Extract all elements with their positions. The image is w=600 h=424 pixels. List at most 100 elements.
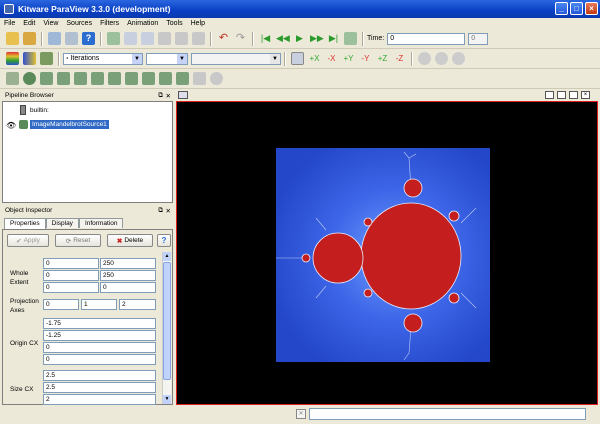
extract-subset-icon[interactable] [91,72,104,85]
scrollbar-thumb[interactable] [163,262,171,380]
close-button[interactable]: × [585,2,598,15]
glyph-icon[interactable] [108,72,121,85]
origin-cx-field[interactable]: -1.75 [43,318,156,329]
extract-level-icon[interactable] [176,72,189,85]
next-frame-icon[interactable]: ▶▶ [310,32,324,45]
redo-icon[interactable]: ↷ [234,32,247,45]
projection-axis-field[interactable]: 1 [81,299,117,310]
maximize-button[interactable]: □ [570,2,583,15]
clip-icon[interactable] [40,72,53,85]
delete-button[interactable]: ✖ Delete [107,234,153,247]
menu-file[interactable]: File [4,20,15,27]
size-cx-field[interactable]: 2 [43,394,156,405]
whole-extent-field[interactable]: 0 [100,282,156,293]
rescale-range-icon[interactable] [40,52,53,65]
size-cx-field[interactable]: 2.5 [43,382,156,393]
select-points-icon[interactable] [141,32,154,45]
scroll-down-icon[interactable]: ▼ [163,395,171,404]
select-frustum-icon[interactable] [158,32,171,45]
view-options-icon[interactable] [178,91,188,99]
connect-icon[interactable] [48,32,61,45]
view-plus-z-icon[interactable]: +Z [376,52,389,65]
split-horizontal-icon[interactable] [545,91,554,99]
menu-view[interactable]: View [43,20,58,27]
close-view-icon[interactable]: × [581,91,590,99]
tab-information[interactable]: Information [78,218,124,228]
close-icon[interactable]: ✕ [166,207,171,215]
reset-camera-icon[interactable] [107,32,120,45]
menu-animation[interactable]: Animation [127,20,158,27]
projection-axis-field[interactable]: 2 [119,299,156,310]
view-minus-z-icon[interactable]: -Z [393,52,406,65]
render-view[interactable] [176,101,598,405]
select-block-icon[interactable] [175,32,188,45]
reset-view-icon[interactable] [291,52,304,65]
menu-filters[interactable]: Filters [100,20,119,27]
projection-axis-field[interactable]: 0 [43,299,79,310]
open-icon[interactable] [6,32,19,45]
origin-cx-field[interactable]: -1.25 [43,330,156,341]
whole-extent-field[interactable]: 0 [43,270,99,281]
view-minus-x-icon[interactable]: -X [325,52,338,65]
whole-extent-field[interactable]: 0 [43,282,99,293]
help-icon[interactable]: ? [82,32,95,45]
view-plus-y-icon[interactable]: +Y [342,52,355,65]
disabled-probe-icon[interactable] [210,72,223,85]
slice-icon[interactable] [57,72,70,85]
scroll-up-icon[interactable]: ▲ [163,252,171,261]
representation-select[interactable]: ▼ [191,52,281,65]
disabled-filter-icon[interactable] [193,72,206,85]
view-minus-y-icon[interactable]: -Y [359,52,372,65]
play-icon[interactable]: ▶ [293,32,306,45]
reset-button[interactable]: ⟳ Reset [55,234,101,247]
lookmark-icon[interactable] [192,32,205,45]
stream-tracer-icon[interactable] [125,72,138,85]
group-datasets-icon[interactable] [159,72,172,85]
origin-cx-field[interactable]: 0 [43,354,156,365]
menu-tools[interactable]: Tools [166,20,182,27]
threshold-icon[interactable] [74,72,87,85]
pick-center-icon[interactable] [435,52,448,65]
select-cells-icon[interactable] [124,32,137,45]
close-icon[interactable]: ✕ [166,92,171,100]
undo-icon[interactable]: ↶ [217,32,230,45]
first-frame-icon[interactable]: |◀ [259,32,272,45]
time-step-spinner[interactable]: 0 [468,32,489,45]
whole-extent-field[interactable]: 250 [100,270,156,281]
time-field[interactable]: 0 [387,32,466,45]
abort-icon[interactable]: ✕ [296,409,306,419]
maximize-view-icon[interactable] [569,91,578,99]
properties-scrollbar[interactable]: ▲ ▼ [162,252,171,404]
apply-button[interactable]: ✔ Apply [7,234,49,247]
view-plus-x-icon[interactable]: +X [308,52,321,65]
menu-sources[interactable]: Sources [66,20,92,27]
origin-cx-field[interactable]: 0 [43,342,156,353]
save-state-icon[interactable] [23,32,36,45]
eye-icon[interactable]: 👁 [6,121,16,130]
tab-properties[interactable]: Properties [4,218,46,229]
reset-center-icon[interactable] [452,52,465,65]
disconnect-icon[interactable] [65,32,78,45]
contour-icon[interactable] [23,72,36,85]
pipeline-item-mandelbrot[interactable]: ImageMandelbrotSource1 [30,120,109,129]
menu-help[interactable]: Help [191,20,205,27]
help-button[interactable]: ? [157,234,171,247]
menu-edit[interactable]: Edit [23,20,35,27]
color-legend-icon[interactable] [6,52,19,65]
warp-vector-icon[interactable] [142,72,155,85]
tab-display[interactable]: Display [45,218,79,228]
split-vertical-icon[interactable] [557,91,566,99]
last-frame-icon[interactable]: ▶| [327,32,340,45]
center-axes-icon[interactable] [418,52,431,65]
minimize-button[interactable]: _ [555,2,568,15]
edit-color-map-icon[interactable] [23,52,36,65]
component-select[interactable]: ▼ [146,52,188,65]
pipeline-item-builtin[interactable]: builtin: [30,107,49,114]
loop-icon[interactable] [344,32,357,45]
whole-extent-field[interactable]: 0 [43,258,99,269]
float-icon[interactable]: ⧉ [158,92,163,100]
size-cx-field[interactable]: 2.5 [43,370,156,381]
calculator-icon[interactable] [6,72,19,85]
previous-frame-icon[interactable]: ◀◀ [276,32,290,45]
color-by-select[interactable]: ⬩ Iterations ▼ [63,52,143,65]
